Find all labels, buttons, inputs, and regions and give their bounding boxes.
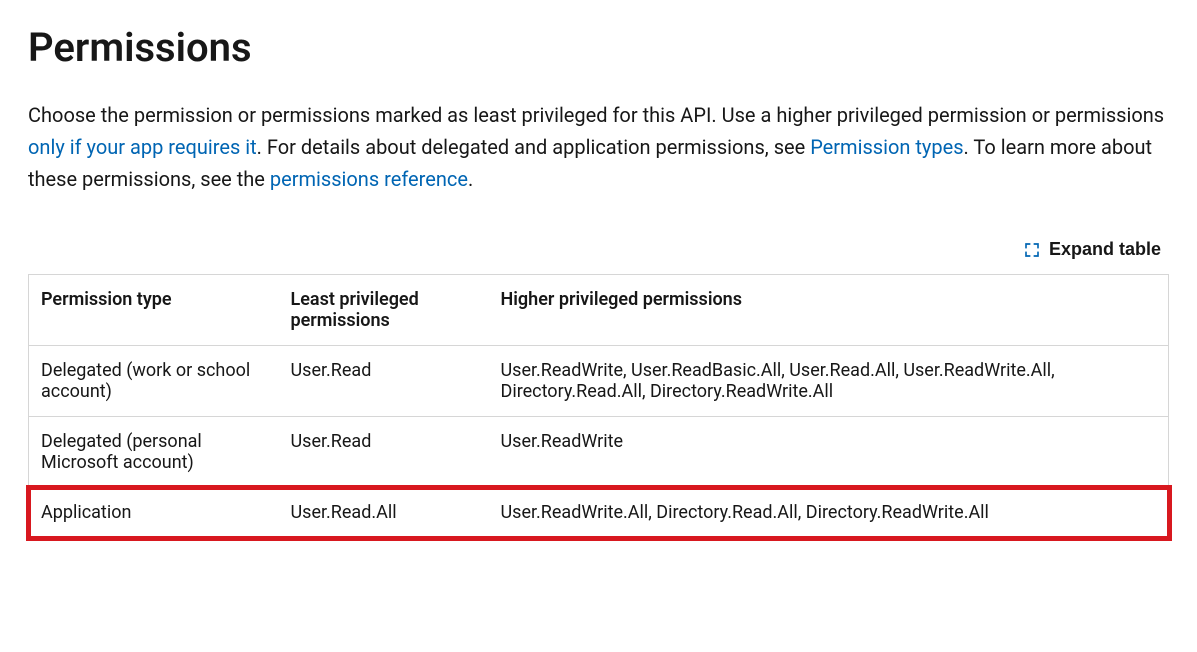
cell-permission-type: Delegated (personal Microsoft account): [29, 417, 279, 488]
table-header-higher-privileged: Higher privileged permissions: [489, 275, 1169, 346]
link-permission-types[interactable]: Permission types: [810, 135, 963, 159]
cell-permission-type: Delegated (work or school account): [29, 346, 279, 417]
expand-table-button[interactable]: Expand table: [1023, 235, 1161, 264]
cell-higher-privileged: User.ReadWrite.All, Directory.Read.All, …: [489, 488, 1169, 538]
expand-icon: [1023, 241, 1041, 259]
intro-text-1: Choose the permission or permissions mar…: [28, 103, 1164, 127]
cell-higher-privileged: User.ReadWrite, User.ReadBasic.All, User…: [489, 346, 1169, 417]
table-row: Delegated (personal Microsoft account) U…: [29, 417, 1169, 488]
intro-text-2: . For details about delegated and applic…: [257, 135, 811, 159]
link-only-if-required[interactable]: only if your app requires it: [28, 135, 257, 159]
cell-permission-type: Application: [29, 488, 279, 538]
page-title: Permissions: [28, 24, 1169, 71]
cell-least-privileged: User.Read: [279, 346, 489, 417]
table-header-least-privileged: Least privileged permissions: [279, 275, 489, 346]
intro-text-4: .: [468, 167, 473, 191]
permissions-table: Permission type Least privileged permiss…: [28, 274, 1169, 538]
cell-least-privileged: User.Read.All: [279, 488, 489, 538]
cell-higher-privileged: User.ReadWrite: [489, 417, 1169, 488]
link-permissions-reference[interactable]: permissions reference: [270, 167, 468, 191]
table-header-permission-type: Permission type: [29, 275, 279, 346]
table-row-highlighted: Application User.Read.All User.ReadWrite…: [29, 488, 1169, 538]
table-row: Delegated (work or school account) User.…: [29, 346, 1169, 417]
intro-paragraph: Choose the permission or permissions mar…: [28, 99, 1169, 195]
expand-table-label: Expand table: [1049, 239, 1161, 260]
cell-least-privileged: User.Read: [279, 417, 489, 488]
